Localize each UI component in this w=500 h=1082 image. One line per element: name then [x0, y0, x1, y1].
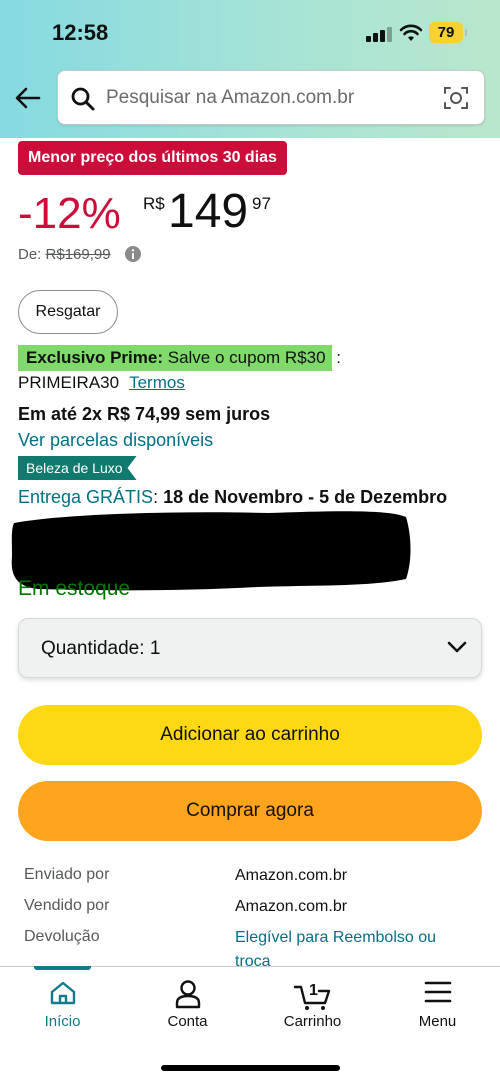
- coupon-code: PRIMEIRA30: [18, 373, 120, 392]
- price-whole: 149: [168, 185, 249, 238]
- search-icon: [71, 87, 95, 111]
- cart-icon: 1: [293, 982, 330, 1010]
- chevron-down-icon: [447, 641, 467, 653]
- delivery-colon: :: [153, 487, 164, 507]
- sold-by-value: Amazon.com.br: [235, 898, 348, 915]
- quantity-select[interactable]: Quantidade: 1: [18, 618, 482, 678]
- prime-coupon[interactable]: Exclusivo Prime: Salve o cupom R$30 :: [18, 345, 341, 371]
- luxury-beauty-badge[interactable]: Beleza de Luxo: [18, 456, 137, 480]
- quantity-label: Quantidade: 1: [41, 638, 161, 659]
- status-time: 12:58: [52, 20, 109, 45]
- buy-now-button[interactable]: Comprar agora: [18, 781, 482, 841]
- nav-menu[interactable]: Menu: [375, 967, 500, 1037]
- prime-coupon-highlight: Exclusivo Prime: Salve o cupom R$30: [18, 345, 332, 371]
- prime-coupon-colon: :: [331, 348, 342, 367]
- installments-text: Em até 2x R$ 74,99 sem juros: [18, 404, 271, 424]
- battery-indicator: 79: [429, 22, 467, 43]
- terms-link[interactable]: Termos: [129, 373, 185, 392]
- price-currency: R$: [143, 194, 165, 213]
- delivery-info: Entrega GRÁTIS: 18 de Novembro - 5 de De…: [18, 487, 447, 508]
- quantity-value: 1: [149, 638, 161, 659]
- prime-coupon-title: Exclusivo Prime:: [26, 348, 164, 367]
- back-arrow-icon[interactable]: [14, 84, 42, 112]
- app-header: 12:58 79 Pesquisar na Amazon.com.br: [0, 0, 500, 138]
- list-price-prefix: De:: [18, 246, 42, 263]
- search-input[interactable]: Pesquisar na Amazon.com.br: [57, 70, 485, 125]
- price-fraction: 97: [252, 194, 271, 213]
- nav-cart[interactable]: 1 Carrinho: [250, 967, 375, 1037]
- shipped-by-label: Enviado por: [24, 866, 110, 883]
- cellular-signal-icon: [366, 26, 392, 42]
- discount-percent: -12%: [18, 189, 121, 238]
- home-indicator: [161, 1065, 340, 1071]
- camera-icon[interactable]: [443, 85, 469, 111]
- search-placeholder: Pesquisar na Amazon.com.br: [106, 87, 355, 108]
- shipped-by-value: Amazon.com.br: [235, 867, 348, 884]
- delivery-dates: 18 de Novembro - 5 de Dezembro: [163, 487, 448, 507]
- nav-account-label: Conta: [167, 1013, 208, 1030]
- nav-menu-label: Menu: [418, 1013, 457, 1030]
- deal-badge: Menor preço dos últimos 30 dias: [18, 141, 287, 175]
- nav-home[interactable]: Início: [0, 967, 125, 1037]
- info-icon[interactable]: [125, 246, 141, 262]
- wifi-icon: [399, 24, 423, 41]
- nav-cart-label: Carrinho: [283, 1013, 342, 1030]
- installments-link[interactable]: Ver parcelas disponíveis: [18, 430, 213, 451]
- home-icon: [50, 981, 75, 1005]
- add-to-cart-button[interactable]: Adicionar ao carrinho: [18, 705, 482, 765]
- sold-by-label: Vendido por: [24, 897, 110, 914]
- nav-home-label: Início: [44, 1013, 81, 1030]
- menu-icon: [424, 981, 451, 1003]
- stock-status: Em estoque: [18, 577, 131, 600]
- redeem-button[interactable]: Resgatar: [18, 290, 118, 334]
- list-price-value: R$169,99: [45, 246, 111, 263]
- cart-count: 1: [309, 982, 318, 999]
- prime-coupon-text: Salve o cupom R$30: [163, 348, 326, 367]
- account-icon: [175, 980, 200, 1009]
- list-price: De: R$169,99: [18, 246, 111, 263]
- nav-account[interactable]: Conta: [125, 967, 250, 1037]
- free-delivery-link[interactable]: Entrega GRÁTIS: [18, 487, 153, 507]
- returns-label: Devolução: [24, 928, 100, 945]
- coupon-line: PRIMEIRA30 Termos: [18, 373, 185, 393]
